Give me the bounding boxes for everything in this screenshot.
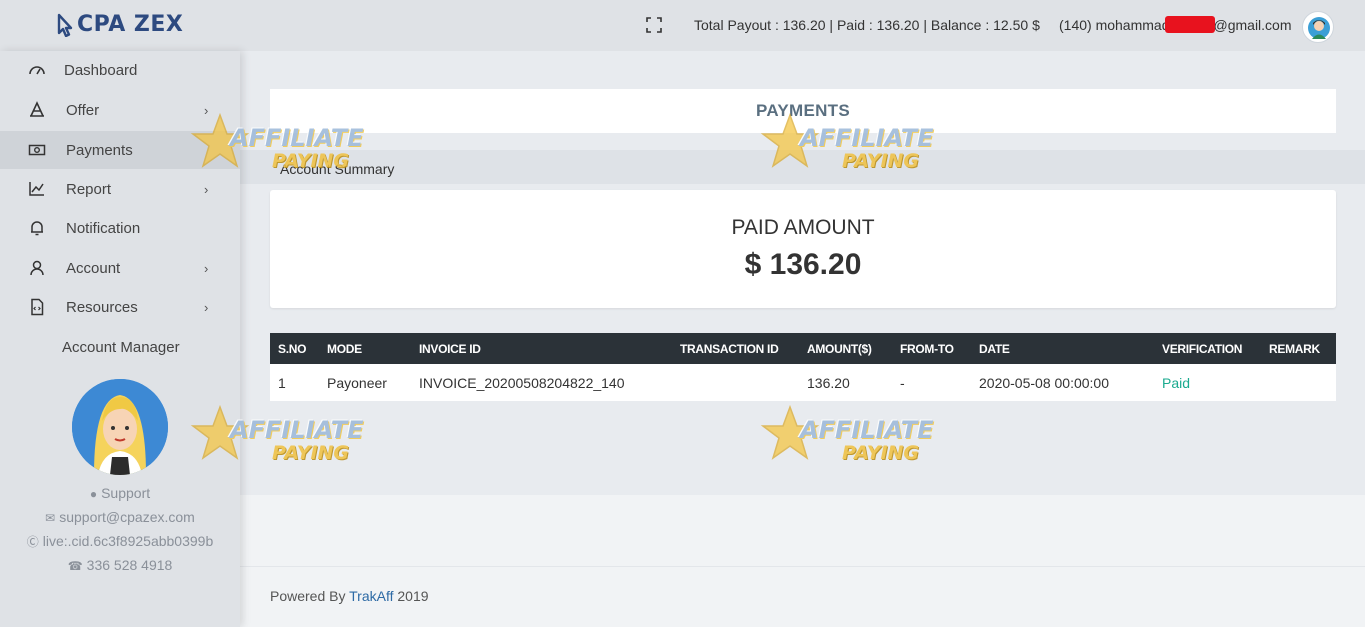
- cell-invoice-id: INVOICE_20200508204822_140: [419, 375, 625, 391]
- paid-amount-label: PAID AMOUNT: [731, 216, 875, 239]
- cursor-arrow-icon: [57, 13, 73, 37]
- chevron-right-icon: ›: [204, 102, 209, 118]
- support-email[interactable]: ✉ support@cpazex.com: [0, 509, 240, 525]
- column-header[interactable]: FROM-TO: [900, 342, 954, 356]
- user-icon: [28, 259, 46, 277]
- user-icon: ●: [89, 487, 98, 501]
- column-header[interactable]: DATE: [979, 342, 1010, 356]
- sidebar-item-dashboard[interactable]: Dashboard: [0, 51, 240, 89]
- account-manager-avatar: [72, 379, 168, 475]
- cell-verification-status: Paid: [1162, 375, 1191, 391]
- support-skype[interactable]: Ⓒlive:.cid.6c3f8925abb0399b: [0, 533, 240, 550]
- section-bar: [240, 150, 1365, 184]
- sidebar-item-label: Account: [66, 259, 121, 277]
- redaction-mark: [1165, 16, 1215, 33]
- user-email-suffix: @gmail.com: [1213, 17, 1292, 33]
- envelope-icon: ✉: [45, 511, 56, 525]
- sidebar-item-offer[interactable]: Offer ›: [0, 91, 240, 129]
- sidebar-item-notification[interactable]: Notification: [0, 209, 240, 247]
- cell-sno: 1: [278, 375, 286, 391]
- balance-summary: Total Payout : 136.20 | Paid : 136.20 | …: [694, 17, 1040, 33]
- table-row: 1 Payoneer INVOICE_20200508204822_140 13…: [270, 364, 1336, 401]
- top-bar: CPA ZEX Total Payout : 136.20 | Paid : 1…: [0, 0, 1365, 51]
- section-title: Account Summary: [280, 161, 395, 177]
- sidebar-item-account-manager[interactable]: Account Manager: [0, 328, 240, 366]
- column-header[interactable]: S.NO: [278, 342, 306, 356]
- sidebar-item-payments[interactable]: Payments: [0, 131, 240, 169]
- sidebar-item-label: Report: [66, 180, 112, 198]
- sidebar-item-label: Payments: [66, 141, 133, 159]
- file-code-icon: [28, 298, 46, 316]
- user-email-prefix: (140) mohammad: [1059, 17, 1170, 33]
- column-header[interactable]: INVOICE ID: [419, 342, 481, 356]
- sidebar-item-label: Offer: [66, 101, 100, 119]
- skype-icon: Ⓒ: [26, 535, 39, 549]
- column-header[interactable]: MODE: [327, 342, 362, 356]
- chevron-right-icon: ›: [204, 260, 209, 276]
- chevron-right-icon: ›: [204, 181, 209, 197]
- chevron-right-icon: ›: [204, 299, 209, 315]
- sidebar-item-label: Resources: [66, 298, 138, 316]
- cell-date: 2020-05-08 00:00:00: [979, 375, 1109, 391]
- money-icon: [28, 141, 46, 159]
- page-title: PAYMENTS: [755, 101, 851, 120]
- dashboard-gauge-icon: [28, 61, 46, 79]
- column-header[interactable]: REMARK: [1269, 342, 1320, 356]
- paid-amount-value: $ 136.20: [744, 248, 862, 281]
- sidebar-item-label: Account Manager: [62, 338, 180, 356]
- brand-logo[interactable]: CPA ZEX: [57, 12, 183, 37]
- payments-table-header: S.NO MODE INVOICE ID TRANSACTION ID AMOU…: [270, 333, 1336, 364]
- sidebar-item-label: Notification: [66, 219, 141, 237]
- cell-mode: Payoneer: [327, 375, 387, 391]
- fullscreen-icon[interactable]: [646, 17, 662, 33]
- offer-icon: [28, 101, 46, 119]
- sidebar-item-account[interactable]: Account ›: [0, 249, 240, 287]
- footer: [240, 495, 1365, 627]
- page-title-card: PAYMENTS: [270, 89, 1336, 133]
- sidebar: Dashboard Offer › Payments Report › Noti…: [0, 51, 240, 627]
- support-label: ● Support: [89, 485, 151, 501]
- footer-text: Powered By TrakAff 2019: [270, 588, 429, 604]
- bell-icon: [28, 219, 46, 237]
- brand-name: CPA ZEX: [77, 12, 184, 37]
- paid-amount-card: PAID AMOUNT $ 136.20: [270, 190, 1336, 308]
- user-avatar[interactable]: [1302, 11, 1334, 43]
- cell-amount: 136.20: [807, 375, 850, 391]
- support-phone[interactable]: ☎ 336 528 4918: [0, 557, 240, 573]
- column-header[interactable]: AMOUNT($): [807, 342, 872, 356]
- cell-from-to: -: [900, 375, 905, 391]
- sidebar-item-label: Dashboard: [64, 61, 138, 79]
- footer-divider: [240, 566, 1365, 567]
- trakaff-link[interactable]: TrakAff: [349, 588, 393, 604]
- sidebar-item-report[interactable]: Report ›: [0, 170, 240, 208]
- chart-icon: [28, 180, 46, 198]
- sidebar-item-resources[interactable]: Resources ›: [0, 288, 240, 326]
- column-header[interactable]: TRANSACTION ID: [680, 342, 779, 356]
- phone-icon: ☎: [67, 559, 83, 573]
- column-header[interactable]: VERIFICATION: [1162, 342, 1242, 356]
